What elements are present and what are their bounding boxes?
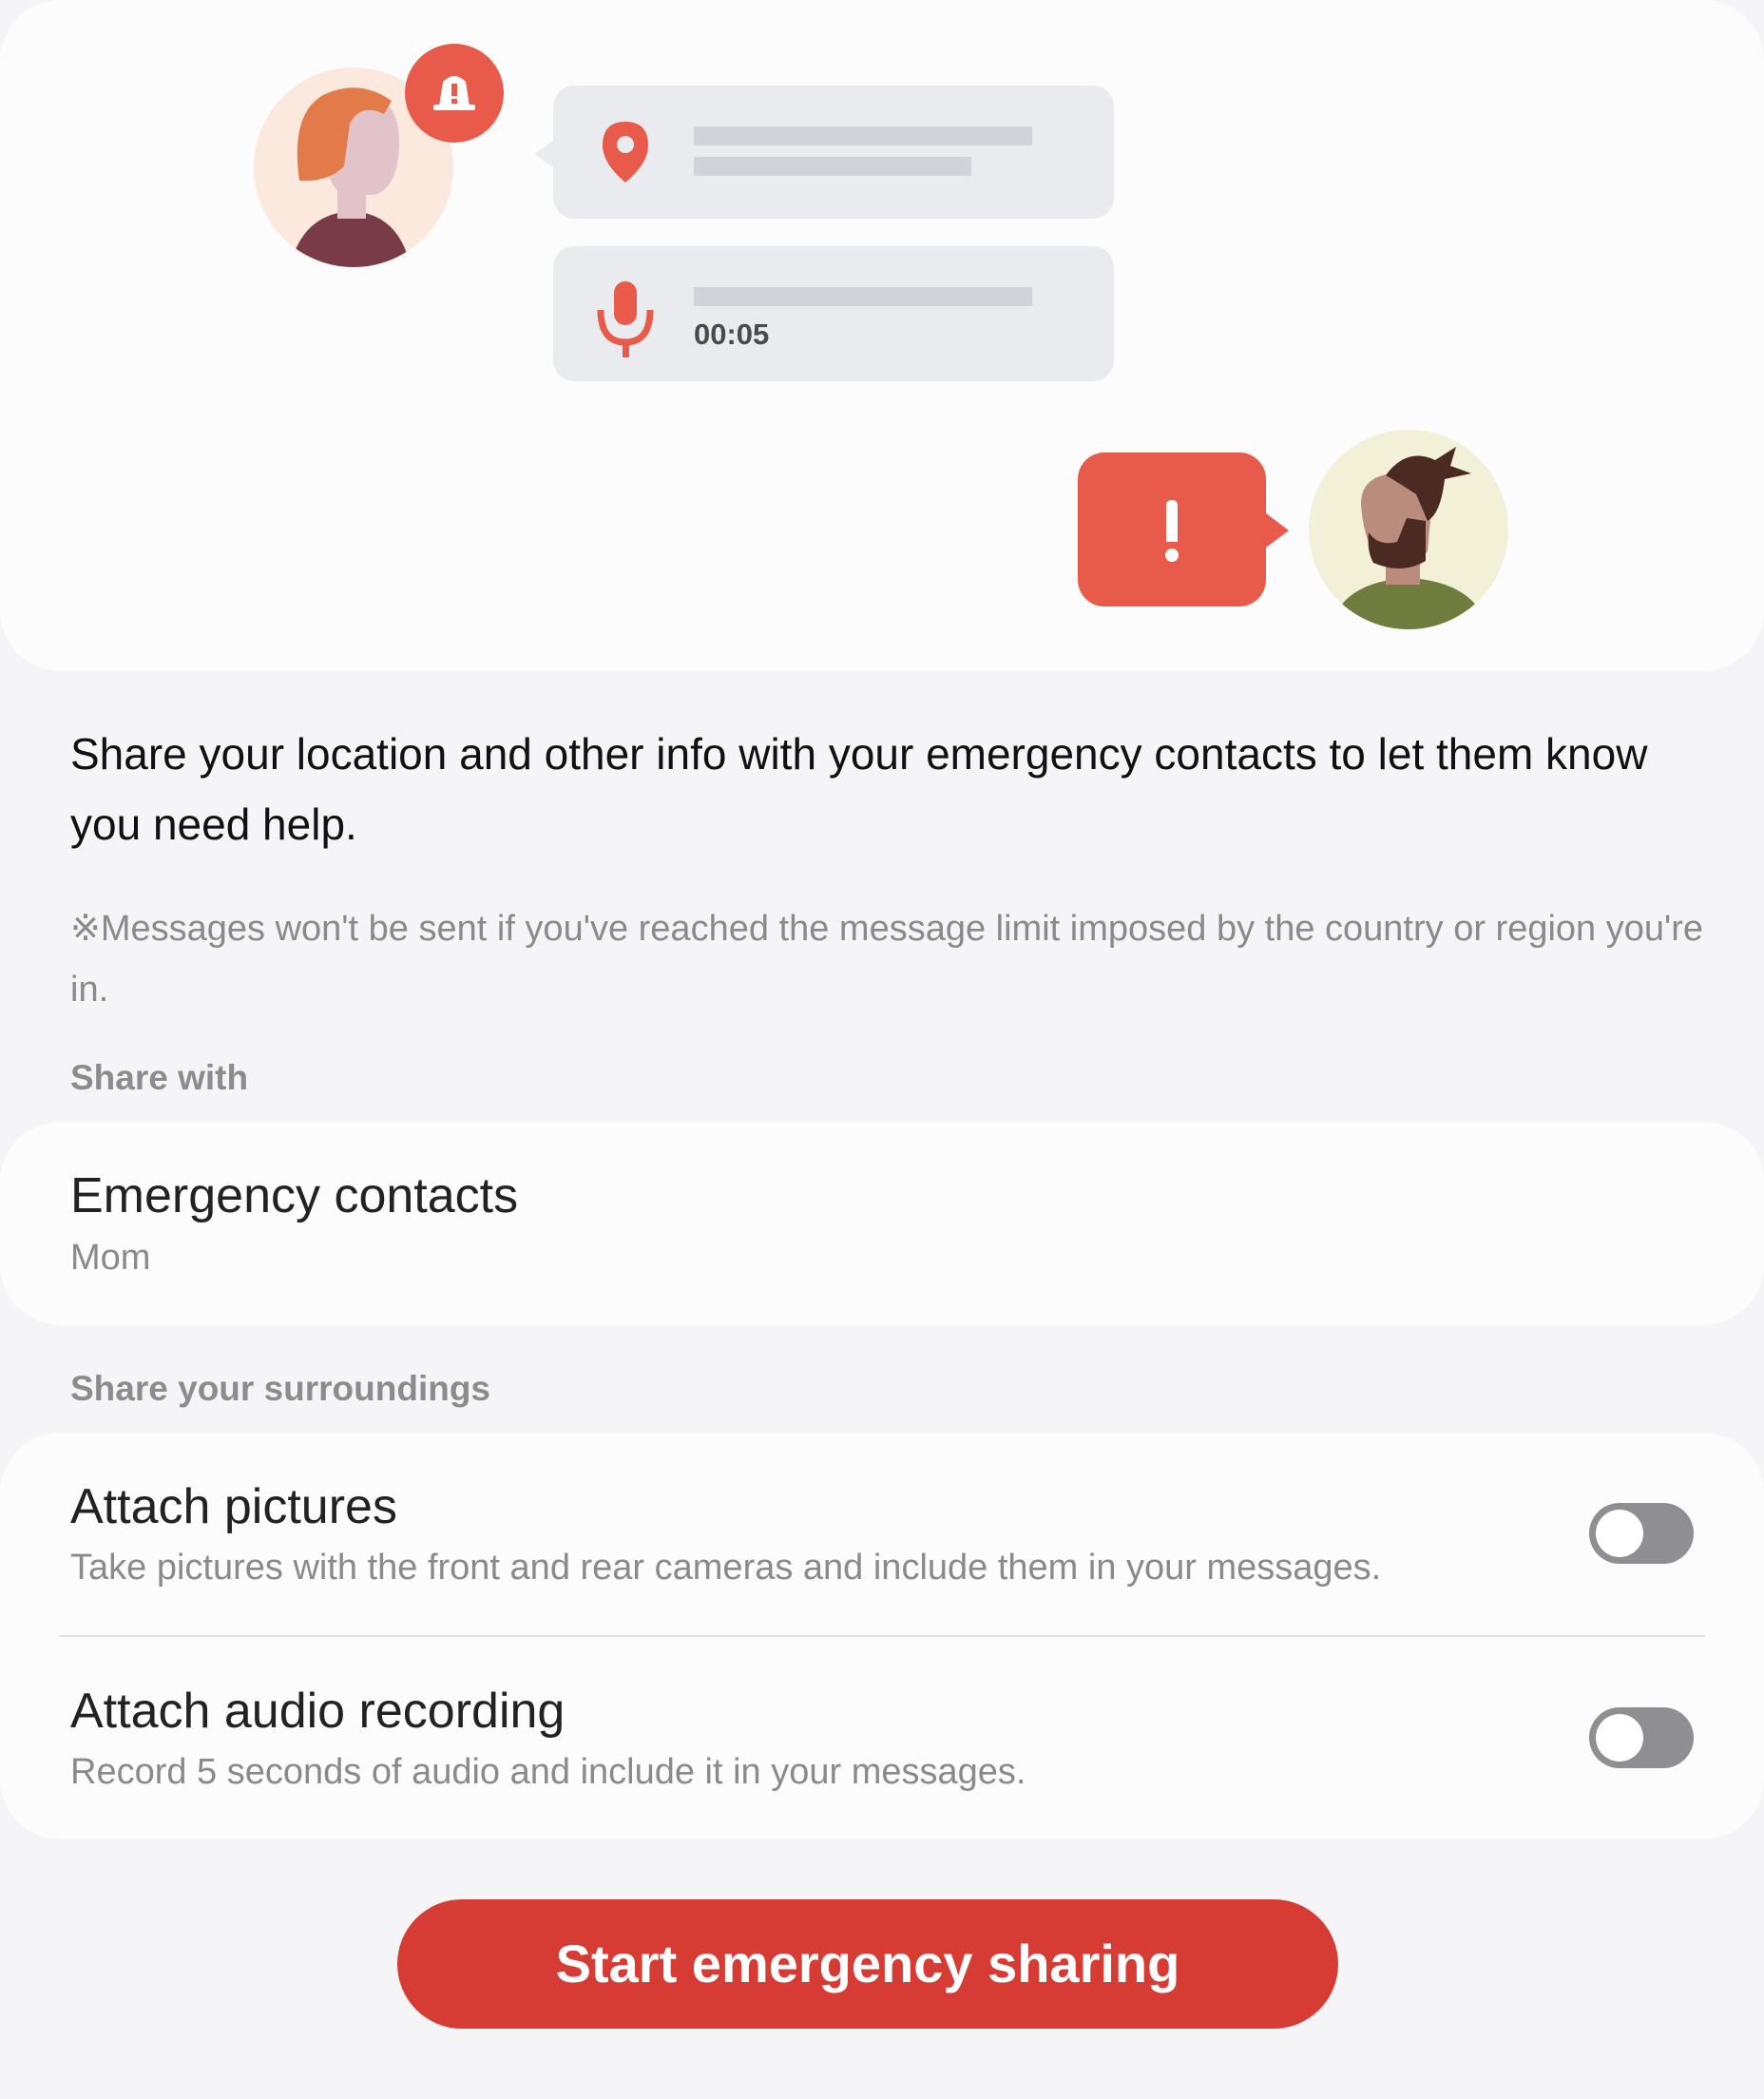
attach-audio-title: Attach audio recording [70, 1684, 566, 1739]
toggle-knob [1596, 1714, 1643, 1762]
attach-pictures-toggle[interactable] [1589, 1503, 1694, 1564]
emergency-contacts-value: Mom [70, 1238, 151, 1278]
man-avatar [1309, 430, 1508, 629]
exclamation-alert-icon [1078, 453, 1289, 607]
illustration-card: 00:05 [0, 0, 1764, 671]
emergency-sharing-screen: 00:05 Share your location and other info… [0, 0, 1764, 2099]
attach-audio-toggle[interactable] [1589, 1707, 1694, 1768]
siren-alert-icon [405, 44, 504, 143]
share-surroundings-header: Share your surroundings [70, 1369, 491, 1408]
audio-message-bubble [553, 246, 1114, 381]
location-message-bubble [534, 86, 1114, 219]
row-divider [59, 1635, 1705, 1637]
audio-timer: 00:05 [694, 318, 770, 351]
attach-audio-subtitle: Record 5 seconds of audio and include it… [70, 1752, 1026, 1792]
toggle-knob [1596, 1510, 1643, 1557]
emergency-illustration [254, 44, 1508, 629]
share-with-header: Share with [70, 1058, 249, 1097]
description-text: Share your location and other info with … [70, 729, 1648, 849]
attach-pictures-subtitle: Take pictures with the front and rear ca… [70, 1548, 1382, 1588]
start-emergency-sharing-button[interactable]: Start emergency sharing [397, 1899, 1338, 2029]
attach-pictures-title: Attach pictures [70, 1479, 397, 1534]
message-limit-note: ※Messages won't be sent if you've reache… [70, 909, 1704, 1010]
emergency-contacts-title: Emergency contacts [70, 1168, 519, 1223]
